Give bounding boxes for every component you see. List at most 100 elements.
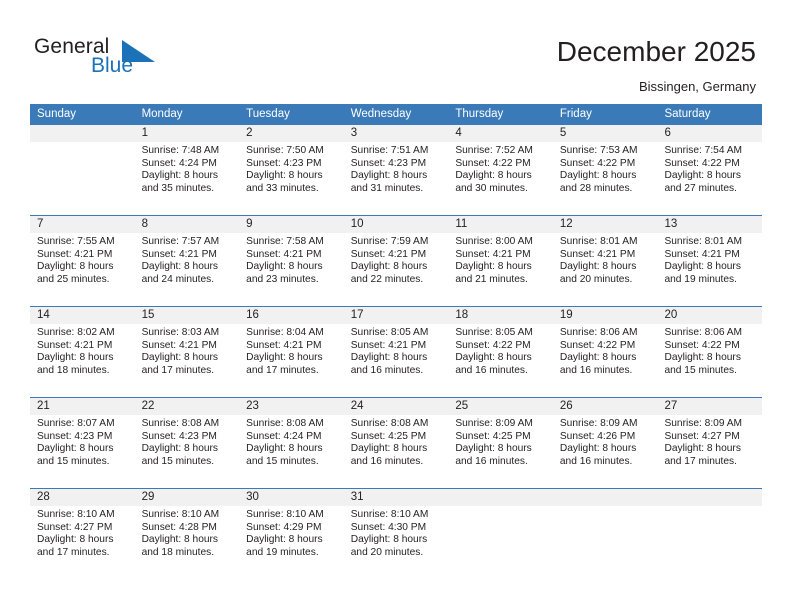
day-detail-cell[interactable]: Sunrise: 8:08 AM Sunset: 4:23 PM Daylight:… [135, 415, 240, 488]
day-number[interactable]: 19 [553, 307, 658, 324]
day-detail-line: Daylight: 8 hours [664, 261, 741, 273]
day-detail-cell[interactable]: Sunrise: 8:10 AM Sunset: 4:27 PM Daylight:… [30, 506, 135, 579]
day-number[interactable]: 4 [448, 125, 553, 142]
day-detail-cell[interactable]: Sunrise: 8:06 AM Sunset: 4:22 PM Daylight:… [553, 324, 658, 397]
day-detail-cell[interactable]: Sunrise: 7:59 AM Sunset: 4:21 PM Daylight:… [344, 233, 449, 306]
day-number[interactable]: 15 [135, 307, 240, 324]
day-number[interactable]: 29 [135, 489, 240, 506]
day-detail-line: Sunrise: 8:07 AM [37, 418, 115, 429]
day-number-empty [30, 125, 135, 142]
day-number[interactable]: 12 [553, 216, 658, 233]
day-detail-cell[interactable]: Sunrise: 8:10 AM Sunset: 4:30 PM Daylight:… [344, 506, 449, 579]
day-detail-cell[interactable]: Sunrise: 8:01 AM Sunset: 4:21 PM Daylight:… [553, 233, 658, 306]
day-number[interactable]: 24 [344, 398, 449, 415]
day-number[interactable]: 6 [657, 125, 762, 142]
day-detail-cell[interactable]: Sunrise: 8:05 AM Sunset: 4:22 PM Daylight:… [448, 324, 553, 397]
day-number[interactable]: 11 [448, 216, 553, 233]
day-detail-cell[interactable]: Sunrise: 7:57 AM Sunset: 4:21 PM Daylight:… [135, 233, 240, 306]
day-detail-cell[interactable]: Sunrise: 8:08 AM Sunset: 4:25 PM Daylight:… [344, 415, 449, 488]
day-detail-line: and 16 minutes. [559, 364, 633, 376]
day-number[interactable]: 8 [135, 216, 240, 233]
day-detail-cell[interactable]: Sunrise: 8:03 AM Sunset: 4:21 PM Daylight:… [135, 324, 240, 397]
day-detail-line: Daylight: 8 hours [37, 534, 114, 546]
day-number[interactable]: 30 [239, 489, 344, 506]
day-number[interactable]: 3 [344, 125, 449, 142]
day-number[interactable]: 22 [135, 398, 240, 415]
brand-logo[interactable]: General Blue [34, 36, 184, 84]
calendar-week-row: 21 22 23 24 25 26 27 Sunrise: 8:07 AM Sunset: 4:… [30, 397, 762, 488]
day-of-week-header-saturday: Saturday [664, 108, 711, 120]
page-subtitle: Bissingen, Germany [638, 79, 756, 94]
week-detail-band: Sunrise: 7:48 AM Sunset: 4:24 PM Daylight:… [30, 142, 762, 215]
day-detail-cell[interactable]: Sunrise: 7:58 AM Sunset: 4:21 PM Daylight:… [239, 233, 344, 306]
day-detail-cell[interactable]: Sunrise: 8:04 AM Sunset: 4:21 PM Daylight:… [239, 324, 344, 397]
day-number[interactable]: 5 [553, 125, 658, 142]
day-detail-cell[interactable]: Sunrise: 8:09 AM Sunset: 4:27 PM Daylight:… [657, 415, 762, 488]
day-detail-line: Sunset: 4:21 PM [664, 248, 740, 260]
day-detail-cell[interactable]: Sunrise: 7:48 AM Sunset: 4:24 PM Daylight:… [135, 142, 240, 215]
day-detail-line: Daylight: 8 hours [350, 534, 428, 546]
day-detail-cell[interactable]: Sunrise: 8:10 AM Sunset: 4:29 PM Daylight:… [239, 506, 344, 579]
day-detail-line: Daylight: 8 hours [246, 261, 323, 273]
day-number[interactable]: 17 [344, 307, 449, 324]
day-detail-cell[interactable]: Sunrise: 7:50 AM Sunset: 4:23 PM Daylight:… [239, 142, 344, 215]
day-number[interactable]: 23 [239, 398, 344, 415]
day-detail-cell[interactable]: Sunrise: 8:06 AM Sunset: 4:22 PM Daylight:… [657, 324, 762, 397]
day-detail-line: Daylight: 8 hours [246, 534, 323, 546]
day-detail-line: Daylight: 8 hours [350, 170, 428, 182]
day-number[interactable]: 16 [239, 307, 344, 324]
week-date-band: 123456 [30, 125, 762, 142]
day-number[interactable]: 14 [30, 307, 135, 324]
day-detail-cell[interactable]: Sunrise: 8:02 AM Sunset: 4:21 PM Daylight:… [30, 324, 135, 397]
day-number[interactable]: 2 [239, 125, 344, 142]
day-detail-cell[interactable]: Sunrise: 8:05 AM Sunset: 4:21 PM Daylight:… [344, 324, 449, 397]
day-detail-cell[interactable]: Sunrise: 8:09 AM Sunset: 4:26 PM Daylight:… [553, 415, 658, 488]
day-detail-line: and 16 minutes. [350, 364, 424, 376]
day-detail-cell[interactable]: Sunrise: 8:01 AM Sunset: 4:21 PM Daylight:… [657, 233, 762, 306]
day-detail-cell[interactable]: Sunrise: 8:09 AM Sunset: 4:25 PM Daylight:… [448, 415, 553, 488]
day-number[interactable]: 21 [30, 398, 135, 415]
day-detail-cell[interactable]: Sunrise: 7:55 AM Sunset: 4:21 PM Daylight:… [30, 233, 135, 306]
day-detail-line: Sunset: 4:21 PM [141, 248, 217, 260]
day-detail-line: and 15 minutes. [141, 455, 215, 467]
day-number[interactable]: 28 [30, 489, 135, 506]
day-detail-cell[interactable]: Sunrise: 7:54 AM Sunset: 4:22 PM Daylight:… [657, 142, 762, 215]
day-detail-line: Sunrise: 8:08 AM [350, 418, 429, 429]
day-detail-line: Daylight: 8 hours [350, 261, 428, 273]
day-number[interactable]: 31 [344, 489, 449, 506]
day-detail-cell-empty [657, 506, 762, 579]
day-detail-cell[interactable]: Sunrise: 8:00 AM Sunset: 4:21 PM Daylight:… [448, 233, 553, 306]
day-number[interactable]: 10 [344, 216, 449, 233]
day-detail-cell[interactable]: Sunrise: 8:10 AM Sunset: 4:28 PM Daylight:… [135, 506, 240, 579]
day-number[interactable]: 18 [448, 307, 553, 324]
day-detail-line: Daylight: 8 hours [246, 170, 323, 182]
calendar-page: General Blue December 2025 Bissingen, Ge… [0, 0, 792, 612]
day-detail-line: and 21 minutes. [455, 273, 528, 285]
day-detail-cell[interactable]: Sunrise: 8:08 AM Sunset: 4:24 PM Daylight:… [239, 415, 344, 488]
day-number[interactable]: 27 [657, 398, 762, 415]
day-number[interactable]: 1 [135, 125, 240, 142]
day-number[interactable]: 13 [657, 216, 762, 233]
day-detail-line: and 17 minutes. [246, 364, 319, 376]
day-detail-cell[interactable]: Sunrise: 7:52 AM Sunset: 4:22 PM Daylight:… [448, 142, 553, 215]
day-detail-line: Daylight: 8 hours [664, 170, 741, 182]
day-detail-line: Daylight: 8 hours [350, 443, 428, 455]
day-detail-cell[interactable]: Sunrise: 7:51 AM Sunset: 4:23 PM Daylight:… [344, 142, 449, 215]
day-number[interactable]: 25 [448, 398, 553, 415]
day-number[interactable]: 7 [30, 216, 135, 233]
day-detail-line: Sunrise: 8:09 AM [559, 418, 638, 429]
day-detail-cell[interactable]: Sunrise: 8:07 AM Sunset: 4:23 PM Daylight:… [30, 415, 135, 488]
day-detail-line: Sunrise: 8:00 AM [455, 236, 533, 247]
day-detail-line: Daylight: 8 hours [350, 352, 428, 364]
day-detail-line: Sunrise: 8:06 AM [559, 327, 638, 338]
day-detail-line: and 15 minutes. [37, 455, 110, 467]
day-number[interactable]: 26 [553, 398, 658, 415]
day-number[interactable]: 9 [239, 216, 344, 233]
day-detail-line: Sunrise: 8:04 AM [246, 327, 324, 338]
day-detail-cell[interactable]: Sunrise: 7:53 AM Sunset: 4:22 PM Daylight:… [553, 142, 658, 215]
week-detail-band: Sunrise: 8:02 AM Sunset: 4:21 PM Daylight:… [30, 324, 762, 397]
day-detail-line: Sunrise: 7:53 AM [559, 145, 638, 156]
day-detail-line: Sunrise: 8:03 AM [141, 327, 220, 338]
day-number[interactable]: 20 [657, 307, 762, 324]
day-detail-line: Sunrise: 8:10 AM [37, 509, 115, 520]
